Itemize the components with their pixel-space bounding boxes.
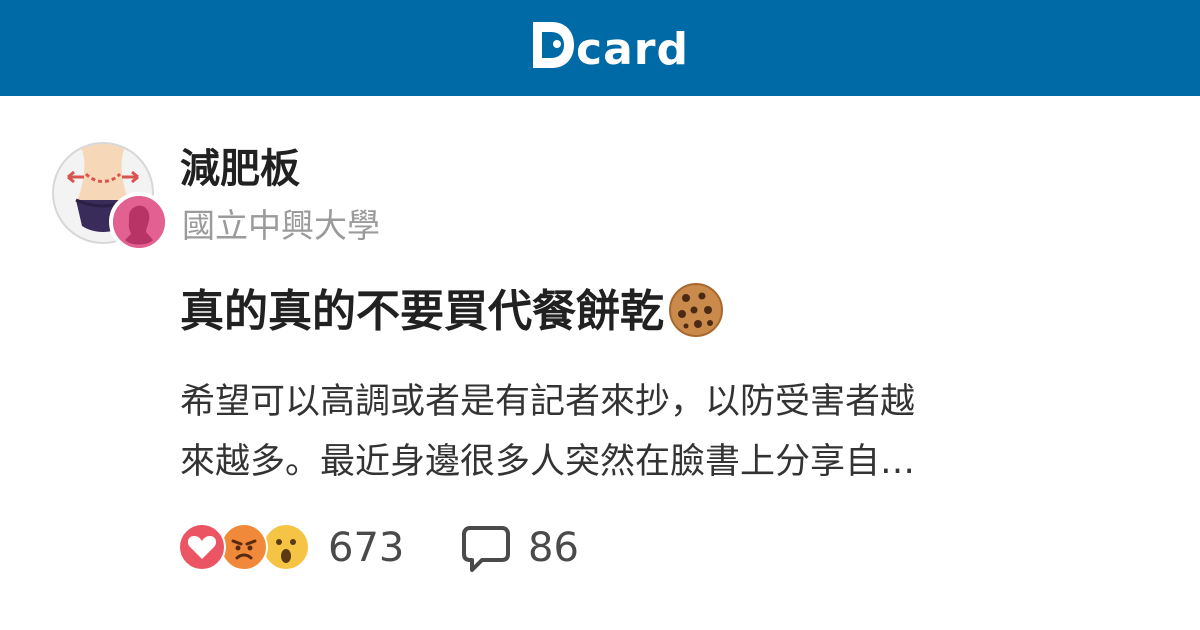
- forum-name[interactable]: 減肥板: [180, 144, 300, 194]
- reaction-count: 673: [328, 525, 405, 571]
- school-name: 國立中興大學: [182, 206, 380, 245]
- dcard-d-icon: [533, 22, 574, 68]
- comment-bubble-icon[interactable]: [460, 524, 512, 574]
- excerpt-line: 來越多。最近身邊很多人突然在臉書上分享自…: [180, 442, 916, 482]
- forum-avatar[interactable]: [52, 142, 170, 252]
- surprised-face-icon: [262, 523, 310, 571]
- dcard-logo[interactable]: card: [530, 18, 688, 78]
- excerpt-line: 希望可以高調或者是有記者來抄，以防受害者越: [180, 382, 916, 422]
- angry-face-icon: [220, 523, 268, 571]
- reaction-group[interactable]: [178, 520, 318, 576]
- post-title[interactable]: 真的真的不要買代餐餅乾: [180, 283, 724, 340]
- post-title-text: 真的真的不要買代餐餅乾: [180, 286, 664, 337]
- post-excerpt[interactable]: 希望可以高調或者是有記者來抄，以防受害者越 來越多。最近身邊很多人突然在臉書上分…: [180, 372, 1140, 492]
- top-bar: card: [0, 0, 1200, 96]
- comment-count: 86: [528, 525, 579, 571]
- logo-text: card: [576, 24, 689, 75]
- cookie-emoji-icon: [669, 283, 723, 337]
- female-profile-icon: [109, 192, 169, 252]
- heart-icon: [178, 523, 226, 571]
